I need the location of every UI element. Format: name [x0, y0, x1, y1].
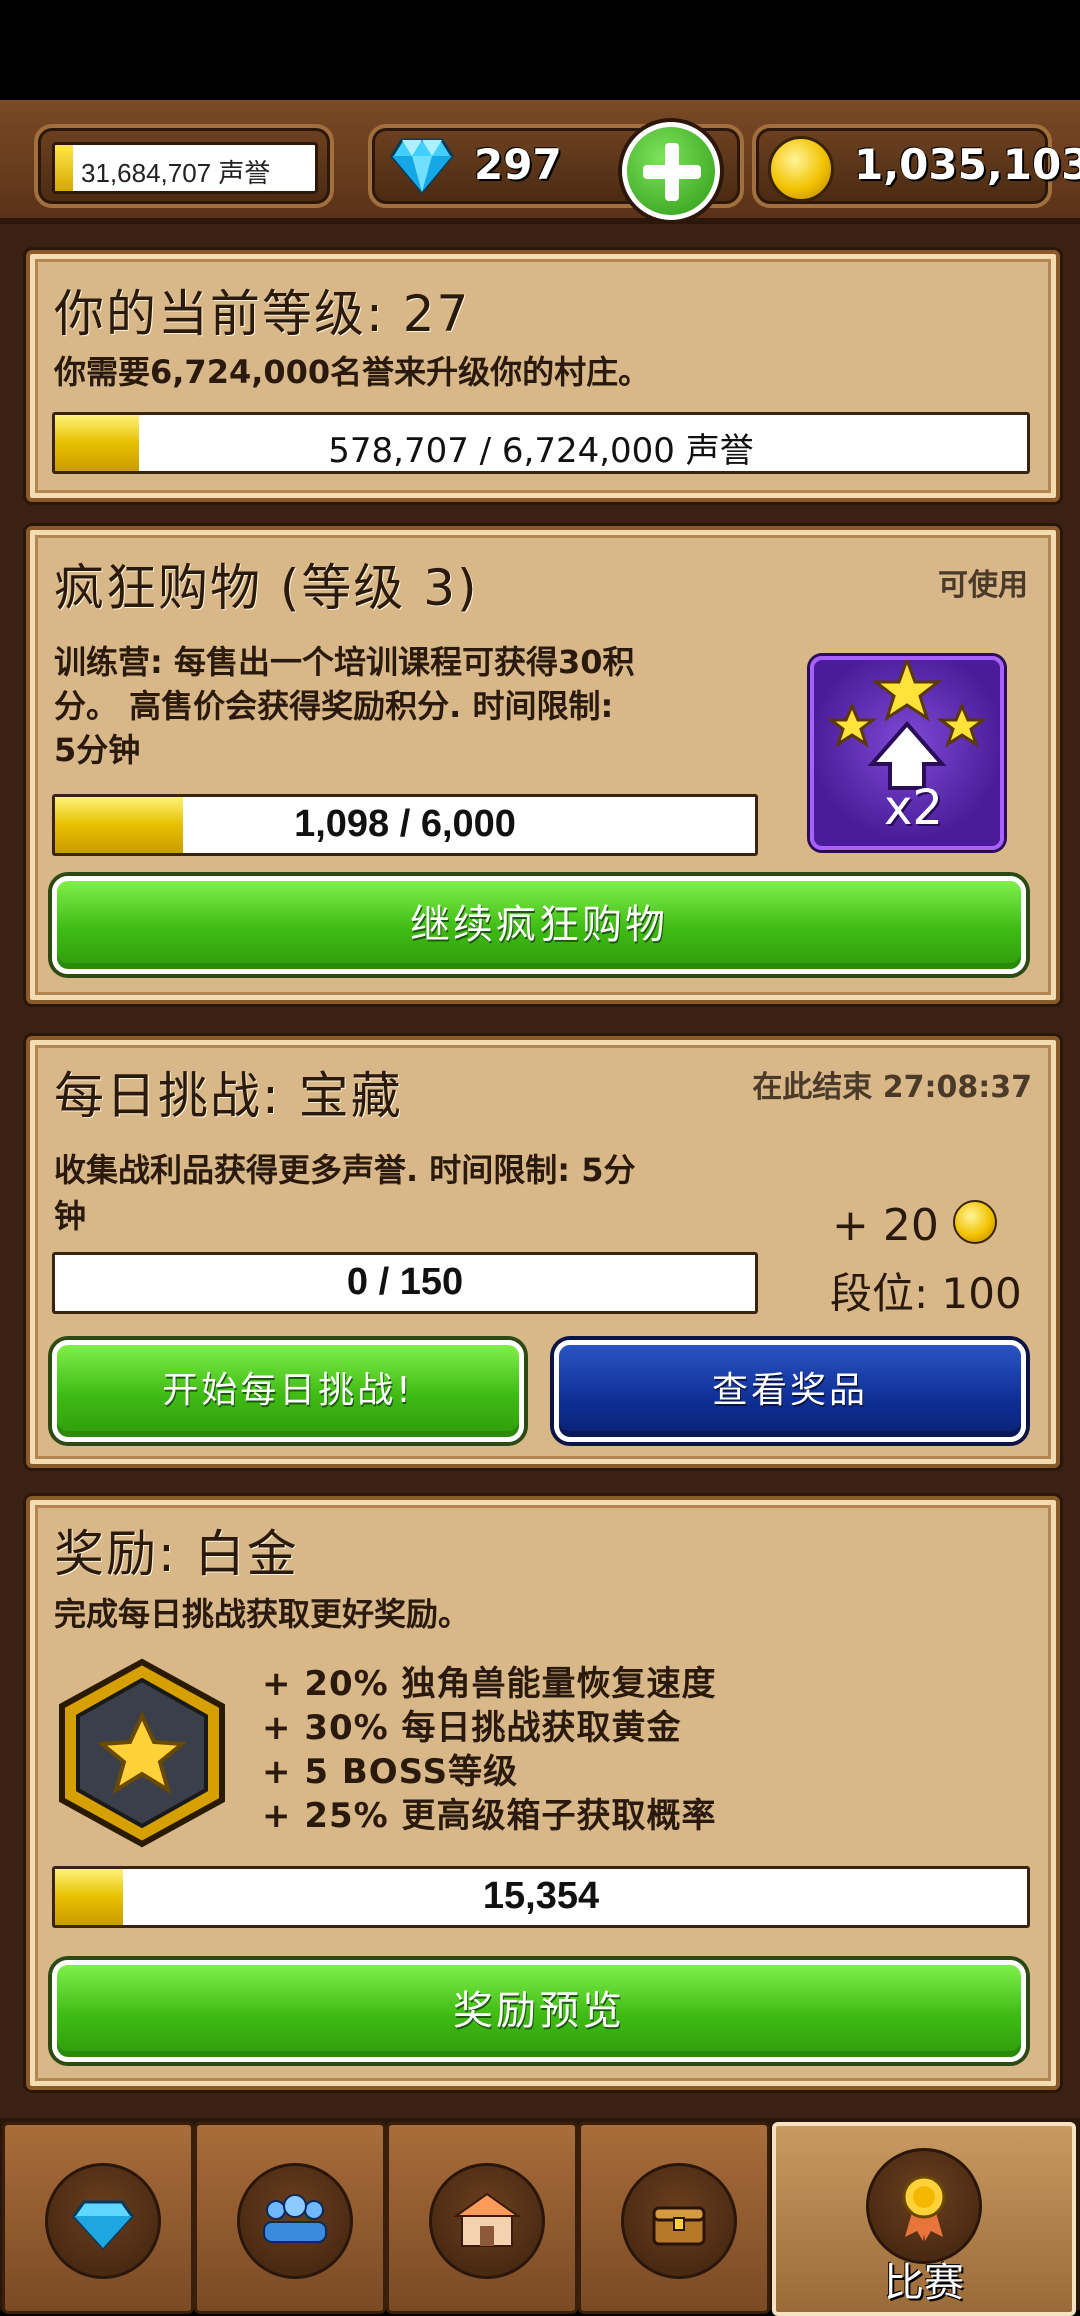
nav-circle [237, 2163, 353, 2279]
daily-rank-text: 段位: 100 [830, 1269, 1022, 1318]
add-gems-button[interactable] [622, 122, 720, 220]
reward-title: 奖励: 白金 [54, 1525, 299, 1583]
honor-fill [55, 145, 73, 191]
reward-progress-bar: 15,354 [52, 1866, 1030, 1928]
shopping-title: 疯狂购物 (等级 3) [54, 559, 479, 617]
reward-progress-text: 15,354 [482, 1875, 600, 1917]
daily-reward-gold-text: + 20 [832, 1200, 939, 1251]
daily-desc-1: 收集战利品获得更多声誉. 时间限制: 5分 [54, 1151, 636, 1189]
bottom-nav: 比赛 [0, 2118, 1080, 2316]
gold-counter: 1,035,103 [752, 124, 1080, 208]
gem-count: 297 [474, 140, 562, 189]
people-icon [263, 2194, 327, 2243]
resource-bar: 31,684,707 声誉 297 1,035,103 [0, 100, 1080, 224]
medal-icon [902, 2175, 946, 2241]
continue-shopping-label: 继续疯狂购物 [410, 902, 668, 948]
coin-icon [952, 1200, 997, 1244]
level-description: 你需要6,724,000名誉来升级你的村庄。 [54, 353, 651, 391]
daily-reward-gold: + 20 [832, 1200, 997, 1251]
view-prizes-button[interactable]: 查看奖品 [554, 1340, 1026, 1442]
level-progress-bar: 578,707 / 6,724,000 声誉 [52, 412, 1030, 474]
shopping-desc-1: 训练营: 每售出一个培训课程可获得30积 [54, 643, 635, 681]
start-daily-challenge-button[interactable]: 开始每日挑战! [52, 1340, 524, 1442]
nav-tab-shop[interactable] [2, 2122, 194, 2314]
shopping-desc-3: 5分钟 [54, 731, 141, 769]
daily-ends-text: 在此结束 27:08:37 [752, 1070, 1032, 1105]
nav-tab-village[interactable] [386, 2122, 578, 2314]
reward-description: 完成每日挑战获取更好奖励。 [54, 1595, 471, 1633]
level-progress-text: 578,707 / 6,724,000 声誉 [328, 431, 754, 471]
chest-icon [652, 2206, 706, 2246]
perk-1: + 20% 独角兽能量恢复速度 [262, 1664, 717, 1704]
reward-panel: 奖励: 白金 完成每日挑战获取更好奖励。 + 20% 独角兽能量恢复速度 + 3… [26, 1496, 1060, 2090]
daily-challenge-panel: 每日挑战: 宝藏 在此结束 27:08:37 收集战利品获得更多声誉. 时间限制… [26, 1036, 1060, 1468]
shopping-desc-2: 分。 高售价会获得奖励积分. 时间限制: [54, 687, 614, 725]
reward-preview-button[interactable]: 奖励预览 [52, 1960, 1026, 2062]
game-screen: 31,684,707 声誉 297 1,035,103 你的当前等级: 27 你… [0, 0, 1080, 2316]
honor-text: 31,684,707 声誉 [81, 158, 271, 188]
nav-tab-tournament[interactable]: 比赛 [772, 2122, 1076, 2316]
shopping-progress-text: 1,098 / 6,000 [294, 803, 516, 845]
buildings-icon [452, 2192, 522, 2247]
nav-tab-chests[interactable] [578, 2122, 770, 2314]
daily-progress-text: 0 / 150 [346, 1261, 464, 1303]
nav-circle [429, 2163, 545, 2279]
nav-tab-social[interactable] [194, 2122, 386, 2314]
continue-shopping-button[interactable]: 继续疯狂购物 [52, 876, 1026, 974]
nav-circle [621, 2163, 737, 2279]
start-daily-challenge-label: 开始每日挑战! [162, 1370, 414, 1411]
nav-circle [866, 2148, 982, 2264]
booster-icon: x2 [810, 656, 1004, 850]
daily-desc-2: 钟 [54, 1197, 87, 1235]
shopping-panel: 疯狂购物 (等级 3) 可使用 训练营: 每售出一个培训课程可获得30积 分。 … [26, 526, 1060, 1004]
gem-icon [72, 2200, 134, 2251]
perk-4: + 25% 更高级箱子获取概率 [262, 1796, 717, 1836]
shopping-progress-bar: 1,098 / 6,000 [52, 794, 758, 856]
daily-progress-bar: 0 / 150 [52, 1252, 758, 1314]
diamond-icon [390, 138, 454, 194]
nav-tab-tournament-label: 比赛 [884, 2260, 964, 2306]
perk-2: + 30% 每日挑战获取黄金 [262, 1708, 682, 1748]
platinum-medal-icon [59, 1658, 225, 1848]
nav-circle [45, 2163, 161, 2279]
level-panel: 你的当前等级: 27 你需要6,724,000名誉来升级你的村庄。 578,70… [26, 250, 1060, 502]
reward-preview-label: 奖励预览 [453, 1988, 625, 2034]
honor-counter: 31,684,707 声誉 [34, 124, 334, 208]
view-prizes-label: 查看奖品 [711, 1370, 868, 1411]
level-title: 你的当前等级: 27 [54, 285, 471, 343]
perk-3: + 5 BOSS等级 [262, 1752, 519, 1792]
coin-icon [768, 136, 834, 202]
honor-box: 31,684,707 声誉 [52, 142, 318, 194]
booster-label: x2 [884, 780, 943, 836]
daily-title: 每日挑战: 宝藏 [54, 1067, 403, 1125]
shopping-status: 可使用 [938, 568, 1028, 603]
gold-count: 1,035,103 [854, 140, 1080, 189]
